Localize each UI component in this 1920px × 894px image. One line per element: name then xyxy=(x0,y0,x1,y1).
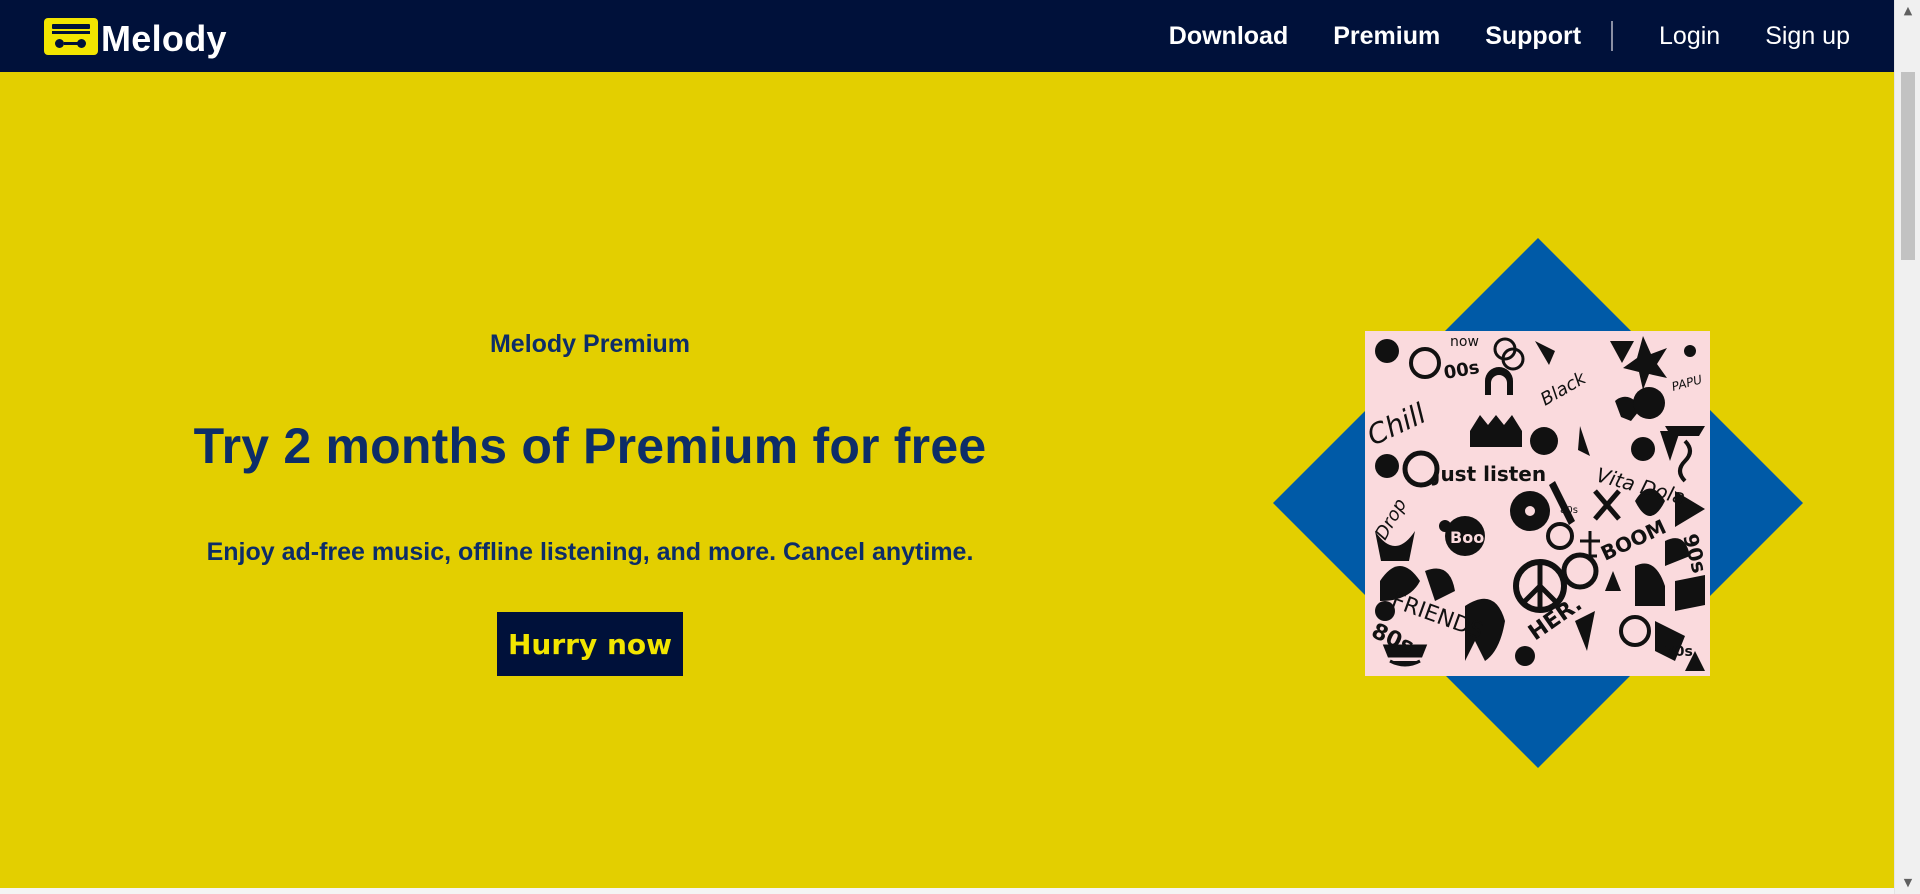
music-doodle-art: now 00s Chill Black Just listen Vita Dol… xyxy=(1365,334,1710,671)
chevron-down-icon[interactable]: ▼ xyxy=(1895,872,1920,894)
brand-name: Melody xyxy=(101,18,227,59)
nav-premium-link[interactable]: Premium xyxy=(1333,22,1440,51)
top-navbar: Melody Download Premium Support Login Si… xyxy=(0,0,1894,72)
login-link[interactable]: Login xyxy=(1659,22,1720,51)
melody-logo[interactable]: Melody xyxy=(44,12,227,60)
art-word-now: now xyxy=(1450,334,1479,350)
premium-artwork: now 00s Chill Black Just listen Vita Dol… xyxy=(1365,331,1710,676)
art-word-papu: PAPU xyxy=(1670,372,1704,394)
scrollbar-thumb[interactable] xyxy=(1901,72,1915,260)
hero-headline: Try 2 months of Premium for free xyxy=(193,418,987,474)
art-word-70s: 70s xyxy=(1665,644,1693,660)
art-word-boo: Boo xyxy=(1450,528,1484,547)
hero-subline: Enjoy ad-free music, offline listening, … xyxy=(206,538,974,566)
art-word-80s-small: 80s xyxy=(1560,505,1578,516)
art-word-90s: 90s xyxy=(1678,531,1710,576)
nav-divider xyxy=(1611,21,1614,51)
nav-support-link[interactable]: Support xyxy=(1485,22,1581,51)
boombox-icon xyxy=(44,17,98,55)
vertical-scrollbar[interactable]: ▲ ▼ xyxy=(1894,0,1920,894)
art-word-black: Black xyxy=(1537,367,1591,410)
hurry-now-button[interactable]: Hurry now xyxy=(497,612,683,676)
art-word-chill: Chill xyxy=(1365,397,1431,453)
page-bottom-edge xyxy=(0,888,1894,894)
hero-eyebrow: Melody Premium xyxy=(489,330,691,358)
art-word-drop: Drop xyxy=(1371,495,1411,543)
chevron-up-icon[interactable]: ▲ xyxy=(1895,0,1920,22)
signup-link[interactable]: Sign up xyxy=(1765,22,1850,51)
art-word-boom: BOOM xyxy=(1597,515,1670,566)
nav-download-link[interactable]: Download xyxy=(1169,22,1288,51)
nav-links: Download Premium Support Login Sign up xyxy=(1169,0,1850,72)
art-word-just-listen: Just listen xyxy=(1431,462,1546,486)
art-word-00s: 00s xyxy=(1442,357,1481,384)
